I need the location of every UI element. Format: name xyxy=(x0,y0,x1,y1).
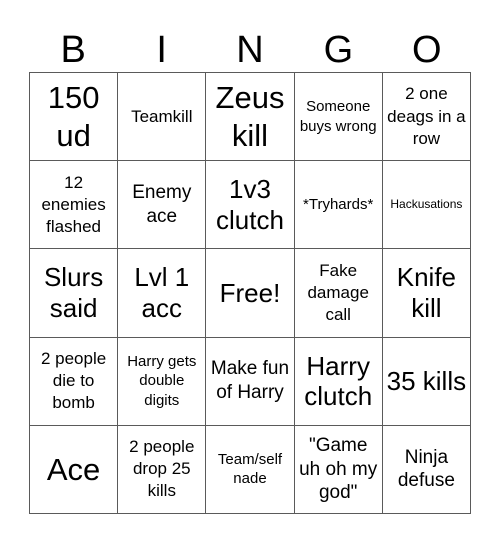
bingo-cell-text: 150 ud xyxy=(47,80,100,153)
bingo-cell[interactable]: Team/self nade xyxy=(206,425,295,514)
bingo-cell-text: Someone buys wrong xyxy=(299,98,377,135)
bingo-cell[interactable]: Ace xyxy=(30,425,119,514)
bingo-cell-text: Team/self nade xyxy=(217,450,283,488)
header-letter-n: N xyxy=(236,29,264,71)
bingo-cell-text: Fake damage call xyxy=(307,260,369,325)
bingo-cell-text: Harry gets double digits xyxy=(127,352,197,409)
bingo-cell[interactable]: Fake damage call xyxy=(294,249,383,338)
bingo-cell[interactable]: 2 people die to bomb xyxy=(30,337,119,426)
bingo-cell[interactable]: "Game uh oh my god" xyxy=(294,425,383,514)
bingo-cell-text: Enemy ace xyxy=(132,182,192,227)
bingo-cell[interactable]: Knife kill xyxy=(382,249,471,338)
bingo-cell[interactable]: Lvl 1 acc xyxy=(118,249,207,338)
bingo-cell[interactable]: 2 people drop 25 kills xyxy=(118,425,207,514)
header-letter-g: G xyxy=(323,29,354,71)
bingo-cell-text: Harry clutch xyxy=(304,350,373,412)
bingo-cell[interactable]: Harry clutch xyxy=(294,337,383,426)
bingo-cell-text: Free! xyxy=(219,277,281,308)
header-letter-i: I xyxy=(156,29,167,71)
bingo-cell[interactable]: 150 ud xyxy=(30,73,119,162)
header-letter-b: B xyxy=(60,29,86,71)
bingo-cell-text: Slurs said xyxy=(43,262,104,323)
bingo-cell-text: Lvl 1 acc xyxy=(134,262,190,323)
bingo-cell-text: 35 kills xyxy=(386,365,467,396)
bingo-cell[interactable]: 1v3 clutch xyxy=(206,161,295,250)
bingo-cell[interactable]: Free! xyxy=(206,249,295,338)
bingo-header: B I N G O xyxy=(29,28,471,72)
bingo-cell-text: Hackusations xyxy=(390,197,463,212)
bingo-cell[interactable]: Someone buys wrong xyxy=(294,73,383,162)
bingo-grid: 150 ud Teamkill Zeus kill Someone buys wron… xyxy=(29,72,471,514)
bingo-cell[interactable]: Enemy ace xyxy=(118,161,207,250)
bingo-cell[interactable]: Hackusations xyxy=(382,161,471,250)
bingo-cell-text: 1v3 clutch xyxy=(216,174,284,235)
bingo-cell[interactable]: Harry gets double digits xyxy=(118,337,207,426)
bingo-cell-text: Teamkill xyxy=(131,106,193,126)
bingo-cell-text: "Game uh oh my god" xyxy=(299,434,378,504)
bingo-cell[interactable]: Teamkill xyxy=(118,73,207,162)
bingo-cell-text: Ninja defuse xyxy=(397,446,455,492)
header-letter-o: O xyxy=(412,29,442,71)
bingo-cell[interactable]: 35 kills xyxy=(382,337,471,426)
bingo-cell[interactable]: 12 enemies flashed xyxy=(30,161,119,250)
bingo-cell-text: Ace xyxy=(46,451,101,487)
bingo-cell-text: Make fun of Harry xyxy=(210,358,290,404)
bingo-cell[interactable]: Slurs said xyxy=(30,249,119,338)
bingo-cell[interactable]: Ninja defuse xyxy=(382,425,471,514)
bingo-cell[interactable]: 2 one deags in a row xyxy=(382,73,471,162)
bingo-cell[interactable]: Zeus kill xyxy=(206,73,295,162)
bingo-cell-text: 12 enemies flashed xyxy=(41,172,106,236)
bingo-cell-text: 2 people die to bomb xyxy=(40,349,107,413)
bingo-cell-text: 2 one deags in a row xyxy=(387,84,466,148)
bingo-cell[interactable]: Make fun of Harry xyxy=(206,337,295,426)
bingo-cell-text: Knife kill xyxy=(396,262,457,323)
bingo-cell[interactable]: *Tryhards* xyxy=(294,161,383,250)
bingo-cell-text: 2 people drop 25 kills xyxy=(129,437,195,501)
bingo-cell-text: Zeus kill xyxy=(215,80,285,153)
bingo-cell-text: *Tryhards* xyxy=(303,196,374,214)
